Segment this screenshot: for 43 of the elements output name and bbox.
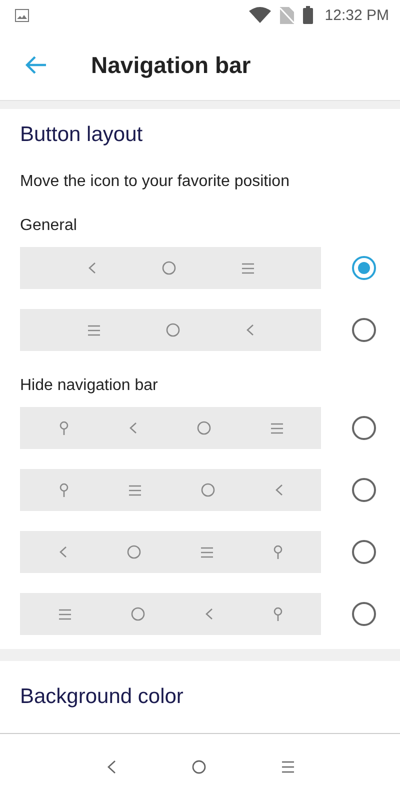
- radio-button[interactable]: [352, 416, 376, 440]
- home-icon: [126, 545, 140, 559]
- recents-icon: [200, 546, 212, 558]
- home-icon: [196, 421, 210, 435]
- back-icon: [128, 422, 136, 434]
- radio-button[interactable]: [352, 318, 376, 342]
- home-icon: [130, 607, 144, 621]
- home-icon: [200, 483, 214, 497]
- radio-button[interactable]: [352, 256, 376, 280]
- home-icon: [166, 323, 180, 337]
- back-icon: [88, 262, 96, 274]
- section-title: Background color: [20, 685, 184, 709]
- radio-button[interactable]: [352, 540, 376, 564]
- back-icon: [204, 608, 212, 620]
- radio-button[interactable]: [352, 478, 376, 502]
- back-icon: [246, 324, 254, 336]
- recents-icon: [270, 422, 282, 434]
- group-label: Hide navigation bar: [20, 377, 159, 395]
- pin-icon: [272, 607, 282, 621]
- section-description: Move the icon to your favorite position: [20, 173, 290, 191]
- wifi-icon: [248, 7, 271, 23]
- page-title: Navigation bar: [91, 52, 251, 78]
- section-title: Button layout: [20, 123, 144, 147]
- image-notification-icon: [15, 8, 29, 22]
- back-icon: [274, 484, 282, 496]
- recents-icon: [58, 608, 70, 620]
- no-sim-icon: [280, 6, 294, 24]
- back-icon: [58, 546, 66, 558]
- recents-icon: [88, 324, 100, 336]
- pin-icon: [58, 483, 68, 497]
- back-arrow-icon[interactable]: [25, 56, 47, 74]
- home-icon[interactable]: [192, 760, 206, 774]
- back-icon[interactable]: [106, 760, 116, 774]
- clock: 12:32 PM: [324, 6, 389, 24]
- recents-icon: [242, 262, 254, 274]
- recents-icon: [128, 484, 140, 496]
- battery-icon: [302, 6, 313, 24]
- recents-icon[interactable]: [282, 761, 294, 773]
- pin-icon: [58, 421, 68, 435]
- group-label: General: [20, 217, 78, 235]
- radio-button[interactable]: [352, 602, 376, 626]
- pin-icon: [272, 545, 282, 559]
- home-icon: [162, 261, 176, 275]
